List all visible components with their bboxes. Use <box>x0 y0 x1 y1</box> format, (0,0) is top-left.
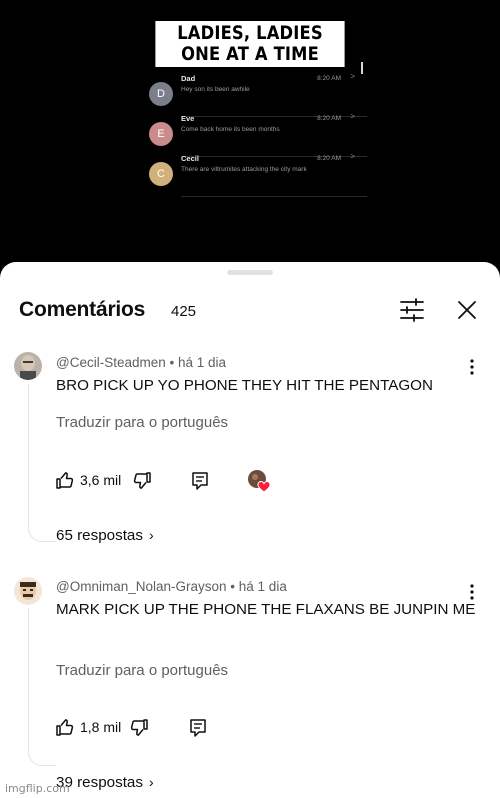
translate-link[interactable]: Traduzir para o português <box>56 662 228 679</box>
chevron-right-icon: > <box>350 72 355 81</box>
reply-button[interactable] <box>191 471 209 491</box>
dislike-button[interactable] <box>132 471 152 491</box>
contact-name: Eve <box>181 114 195 123</box>
contact-avatar: D <box>149 82 173 106</box>
chevron-right-icon: > <box>350 152 355 161</box>
thumbs-down-icon <box>130 719 148 736</box>
comments-count: 425 <box>171 303 197 320</box>
contact-avatar: C <box>149 162 173 186</box>
like-count: 3,6 mil <box>80 472 122 488</box>
message-row-dad: D Dad Hey son its been awhile 8:20 AM > <box>145 72 367 117</box>
comment-author[interactable]: @Cecil-Steadmen <box>56 355 166 370</box>
contact-name: Cecil <box>181 154 199 163</box>
heart-icon <box>248 470 271 493</box>
contact-name: Dad <box>181 74 196 83</box>
video-player[interactable]: LADIES, LADIES ONE AT A TIME PLEASE D Da… <box>0 0 500 275</box>
close-icon <box>458 301 476 319</box>
like-button[interactable] <box>55 470 75 490</box>
comment-age: há 1 dia <box>178 355 227 370</box>
reply-button[interactable] <box>189 718 207 738</box>
bullet: • <box>169 355 178 370</box>
thread-connector <box>28 384 56 542</box>
message-time: 8:20 AM <box>317 75 341 82</box>
close-button[interactable] <box>455 298 479 322</box>
thumbs-up-icon <box>56 719 74 736</box>
like-count: 1,8 mil <box>80 719 122 735</box>
drag-handle[interactable] <box>227 270 273 275</box>
creator-heart-badge <box>247 469 271 493</box>
sliders-icon <box>400 298 424 322</box>
chevron-right-icon: › <box>148 774 154 790</box>
bullet: • <box>230 579 239 594</box>
avatar[interactable] <box>14 577 42 605</box>
divider <box>181 196 367 197</box>
caption-line-1: LADIES, LADIES <box>177 22 323 44</box>
comment-author[interactable]: @Omniman_Nolan-Grayson <box>56 579 227 594</box>
replies-link[interactable]: 65 respostas › <box>56 527 154 544</box>
comment-author-line[interactable]: @Cecil-Steadmen • há 1 dia <box>56 355 226 370</box>
comments-title: Comentários <box>19 298 146 321</box>
watermark: imgflip.com <box>5 782 70 795</box>
reply-comment-icon <box>192 472 208 490</box>
chevron-right-icon: › <box>148 527 154 543</box>
dislike-button[interactable] <box>129 718 149 738</box>
comment-age: há 1 dia <box>238 579 287 594</box>
comment-author-line[interactable]: @Omniman_Nolan-Grayson • há 1 dia <box>56 579 287 594</box>
comments-sheet: Comentários 425 @Cecil-Steadmen • há 1 d… <box>0 262 500 798</box>
thread-connector <box>28 608 56 766</box>
translate-link[interactable]: Traduzir para o português <box>56 414 228 431</box>
thumbs-up-icon <box>56 472 74 489</box>
meme-caption: LADIES, LADIES ONE AT A TIME PLEASE <box>155 21 345 86</box>
message-preview: Come back home its been months <box>181 126 280 133</box>
contact-avatar: E <box>149 122 173 146</box>
replies-count[interactable]: 65 respostas <box>56 527 143 544</box>
replies-link[interactable]: 39 respostas › <box>56 774 154 791</box>
avatar[interactable] <box>14 352 42 380</box>
message-preview: Hey son its been awhile <box>181 86 250 93</box>
reply-comment-icon <box>190 719 206 737</box>
message-row-eve: E Eve Come back home its been months 8:2… <box>145 112 367 157</box>
like-button[interactable] <box>55 717 75 737</box>
chevron-right-icon: > <box>350 112 355 121</box>
message-time: 8:20 AM <box>317 115 341 122</box>
message-time: 8:20 AM <box>317 155 341 162</box>
comment-text: MARK PICK UP THE PHONE THE FLAXANS BE JU… <box>56 601 476 618</box>
comment-text: BRO PICK UP YO PHONE THEY HIT THE PENTAG… <box>56 377 433 394</box>
message-preview: There are viltrumites attacking the city… <box>181 166 307 173</box>
thumbs-down-icon <box>133 472 151 489</box>
sort-filter-button[interactable] <box>399 298 425 322</box>
message-row-cecil: C Cecil There are viltrumites attacking … <box>145 152 367 197</box>
